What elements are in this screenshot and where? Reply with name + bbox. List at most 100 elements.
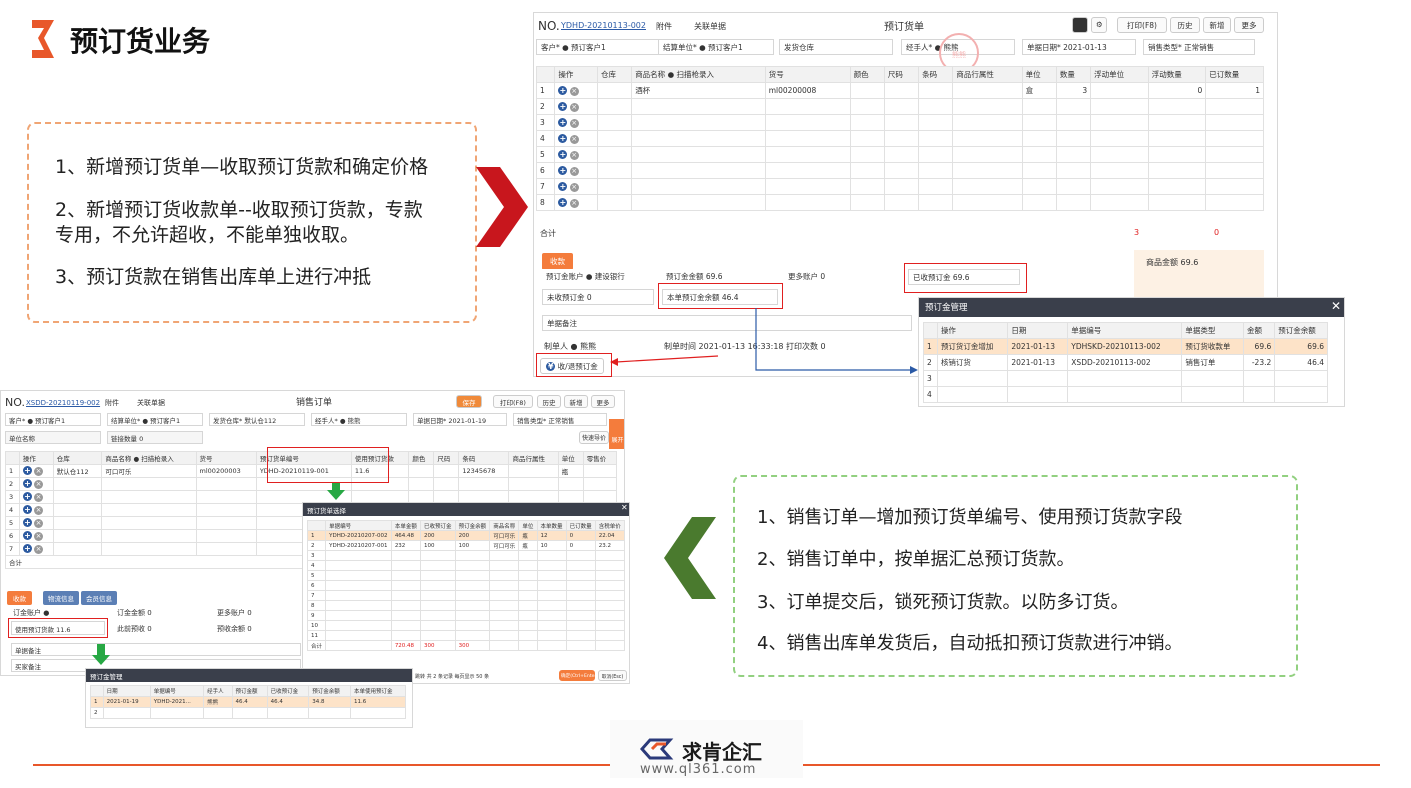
add-row-icon[interactable]: + (22, 492, 32, 501)
sales-pay-account[interactable]: 订金账户 ● (13, 609, 49, 617)
more-account-field[interactable]: 更多账户 0 (784, 269, 898, 285)
history-button[interactable]: 历史 (1170, 17, 1200, 33)
unit-name-field[interactable]: 单位名称 (5, 431, 101, 444)
delete-row-icon[interactable]: × (34, 532, 43, 541)
delete-row-icon[interactable]: × (34, 480, 43, 489)
table-row[interactable]: 5 + × (535, 146, 1264, 163)
delete-row-icon[interactable]: × (34, 506, 43, 515)
table-row[interactable]: 1 + × 酒杯 ml00200008 盒 3 0 1 (535, 82, 1264, 99)
sales-warehouse-field[interactable]: 发货仓库* 默认仓112 (209, 413, 305, 426)
table-row[interactable]: 7 (306, 590, 626, 601)
add-row-icon[interactable]: + (558, 117, 568, 127)
sales-memo-field[interactable]: 单据备注 (11, 643, 301, 656)
more-button[interactable]: 更多 (1234, 17, 1264, 33)
table-row[interactable]: 7 + × (535, 178, 1264, 195)
delete-row-icon[interactable]: × (34, 467, 43, 476)
sales-date-field[interactable]: 单据日期* 2021-01-19 (413, 413, 507, 426)
table-row[interactable]: 1 YDHD-20210207-002 464.48 200 200 可口可乐瓶 12 0 22… (306, 530, 626, 541)
add-row-icon[interactable]: + (22, 531, 32, 540)
sales-new-button[interactable]: 新增 (564, 395, 588, 408)
sales-attach-link[interactable]: 附件 (105, 399, 119, 407)
delete-row-icon[interactable]: × (569, 118, 579, 128)
delete-row-icon[interactable]: × (569, 86, 579, 96)
customer-field[interactable]: 客户* ● 预订客户1 (536, 39, 661, 55)
table-row[interactable]: 1 预订货订金增加 2021-01-13 YDHSKD-20210113-002 预订货… (923, 338, 1328, 355)
delete-row-icon[interactable]: × (34, 545, 43, 554)
add-row-icon[interactable]: + (22, 505, 32, 514)
sales-type-select[interactable]: 销售类型* 正常销售 (513, 413, 607, 426)
preorder-no-value[interactable]: YDHD-20210113-002 (561, 21, 646, 30)
table-row[interactable]: 8 + × (535, 194, 1264, 211)
sales-customer-field[interactable]: 客户* ● 预订客户1 (5, 413, 101, 426)
table-row[interactable]: 8 (306, 600, 626, 611)
delete-row-icon[interactable]: × (569, 102, 579, 112)
table-row[interactable]: 3 + × (535, 114, 1264, 131)
sales-handler-field[interactable]: 经手人* ● 熊熊 (311, 413, 407, 426)
settle-field[interactable]: 结算单位* ● 预订客户1 (658, 39, 774, 55)
add-row-icon[interactable]: + (22, 518, 32, 527)
add-row-icon[interactable]: + (22, 544, 32, 553)
delete-row-icon[interactable]: × (569, 166, 579, 176)
add-row-icon[interactable]: + (22, 479, 32, 488)
tab-receive[interactable]: 收款 (542, 253, 573, 270)
print-button[interactable]: 打印(F8) (1117, 17, 1167, 33)
keyboard-icon[interactable] (1072, 17, 1088, 33)
delete-row-icon[interactable]: × (569, 182, 579, 192)
table-row[interactable]: 9 (306, 610, 626, 621)
add-row-icon[interactable]: + (558, 197, 568, 207)
table-row[interactable]: 4 (923, 386, 1328, 403)
add-row-icon[interactable]: + (558, 165, 568, 175)
table-row[interactable]: 4 + × (535, 130, 1264, 147)
save-button[interactable]: 保存 (456, 395, 482, 408)
sales-no-value[interactable]: XSDD-20210119-002 (26, 399, 100, 407)
add-row-icon[interactable]: + (22, 466, 32, 475)
sales-more-account[interactable]: 更多账户 0 (217, 609, 252, 617)
add-row-icon[interactable]: + (558, 149, 568, 159)
table-row[interactable]: 1 2021-01-19 YDHD-2021... 熊熊 46.4 46.4 34.8 11.… (90, 696, 407, 708)
sales-related-link[interactable]: 关联单据 (137, 399, 165, 407)
close-icon[interactable]: ✕ (1331, 299, 1341, 313)
add-row-icon[interactable]: + (558, 85, 568, 95)
warehouse-field[interactable]: 发货仓库 (779, 39, 893, 55)
table-row[interactable]: 6 (306, 580, 626, 591)
delete-row-icon[interactable]: × (569, 198, 579, 208)
related-link[interactable]: 关联单据 (694, 21, 726, 32)
picker-cancel-button[interactable]: 取消(Esc) (598, 670, 627, 681)
table-row[interactable]: 5 (306, 570, 626, 581)
table-row[interactable]: 6 + × (535, 162, 1264, 179)
picker-confirm-button[interactable]: 确定(Ctrl+Enter) (559, 670, 598, 681)
quick-price-button[interactable]: 快速导价 (579, 431, 609, 444)
gear-icon[interactable]: ⚙ (1091, 17, 1107, 33)
deposit-mgmt-title: 预订金管理 (919, 298, 1344, 317)
delete-row-icon[interactable]: × (569, 150, 579, 160)
picker-close-icon[interactable]: ✕ (621, 503, 628, 512)
attach-link[interactable]: 附件 (656, 21, 672, 32)
delete-row-icon[interactable]: × (34, 519, 43, 528)
sales-settle-field[interactable]: 结算单位* ● 预订客户1 (107, 413, 203, 426)
table-row[interactable]: 11 (306, 630, 626, 641)
add-row-icon[interactable]: + (558, 133, 568, 143)
table-row[interactable]: 3 (306, 550, 626, 561)
side-expand-button[interactable]: 展开 (609, 419, 624, 449)
sales-print-button[interactable]: 打印(F8) (493, 395, 533, 408)
sales-tab-logistics[interactable]: 物流信息 (43, 591, 79, 605)
new-button[interactable]: 新增 (1203, 17, 1231, 33)
table-row[interactable]: 2 (90, 707, 407, 719)
table-row[interactable]: 4 (306, 560, 626, 571)
delete-row-icon[interactable]: × (34, 493, 43, 502)
table-row[interactable]: 2 核销订货 2021-01-13 XSDD-20210113-002 销售订单 -23.… (923, 354, 1328, 371)
sales-more-button[interactable]: 更多 (591, 395, 615, 408)
table-row[interactable]: 3 (923, 370, 1328, 387)
add-row-icon[interactable]: + (558, 181, 568, 191)
sales-history-button[interactable]: 历史 (537, 395, 561, 408)
add-row-icon[interactable]: + (558, 101, 568, 111)
pay-account-field[interactable]: 预订金账户 ● 建设银行 (542, 269, 654, 285)
sales-tab-member[interactable]: 会员信息 (81, 591, 117, 605)
sale-type-select[interactable]: 销售类型* 正常销售 (1143, 39, 1255, 55)
table-row[interactable]: 2 YDHD-20210207-001 232 100 100 可口可乐瓶 10 0 23.2 (306, 540, 626, 551)
table-row[interactable]: 2 + × (535, 98, 1264, 115)
date-field[interactable]: 单据日期* 2021-01-13 (1022, 39, 1136, 55)
delete-row-icon[interactable]: × (569, 134, 579, 144)
sales-tab-receive[interactable]: 收款 (7, 591, 32, 605)
table-row[interactable]: 10 (306, 620, 626, 631)
